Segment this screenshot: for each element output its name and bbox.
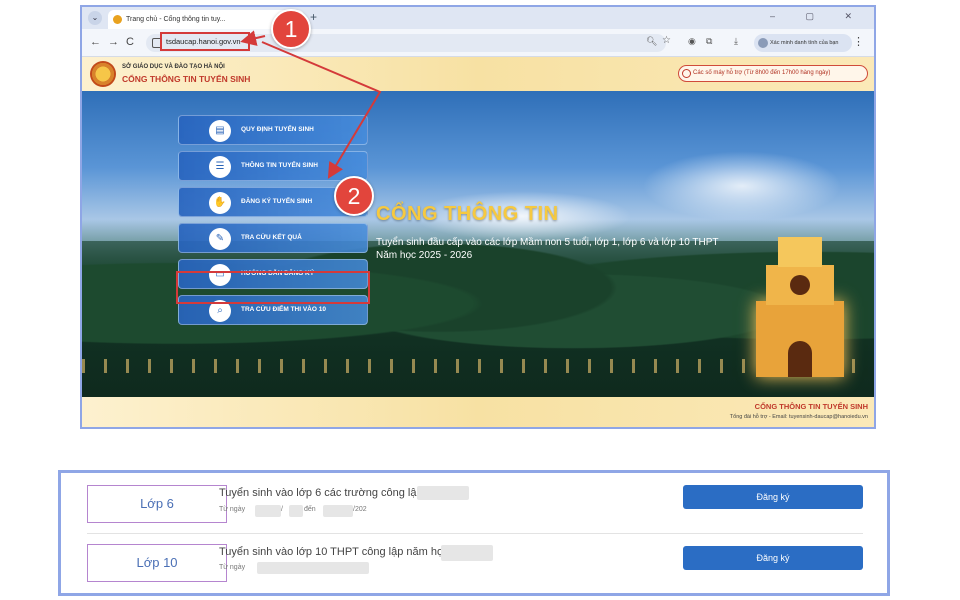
- tab-search-button[interactable]: ⌄: [88, 11, 102, 25]
- hero-subtitle: Tuyển sinh đầu cấp vào các lớp Mầm non 5…: [376, 237, 719, 248]
- registration-row-grade10: Lớp 10 Tuyển sinh vào lớp 10 THPT công l…: [61, 534, 887, 594]
- browser-window: ⌄ Trang chủ - Cổng thông tin tuy... × + …: [80, 5, 876, 429]
- menu-label: ĐĂNG KÝ TUYỂN SINH: [241, 198, 313, 205]
- grade-label: Lớp 10: [87, 544, 227, 582]
- menu-label: TRA CỨU KẾT QUẢ: [241, 234, 302, 241]
- menu-quy-dinh-tuyen-sinh[interactable]: ▤ QUY ĐỊNH TUYỂN SINH: [178, 115, 368, 145]
- site-favicon-icon: [113, 15, 122, 24]
- forward-button[interactable]: →: [108, 36, 119, 48]
- clipboard-icon: ▤: [209, 120, 231, 142]
- menu-tra-cuu-ket-qua[interactable]: ✎ TRA CỨU KẾT QUẢ: [178, 223, 368, 253]
- redacted-text: [417, 486, 469, 500]
- account-chip-label: Xác minh danh tính của bạn: [770, 40, 839, 46]
- redacted-text: [257, 562, 369, 574]
- camera-icon[interactable]: ◉: [688, 36, 696, 47]
- row-date-to: đến: [304, 506, 316, 513]
- bookmark-star-icon[interactable]: ☆: [662, 35, 671, 46]
- hero-title: CỔNG THÔNG TIN: [376, 203, 559, 225]
- row-date-prefix: Từ ngày: [219, 564, 246, 571]
- menu-highlight-box: [176, 271, 370, 304]
- portal-name[interactable]: CỔNG THÔNG TIN TUYỂN SINH: [122, 74, 250, 84]
- new-tab-button[interactable]: +: [310, 10, 317, 24]
- site-header: SỞ GIÁO DỤC VÀ ĐÀO TẠO HÀ NỘI CỔNG THÔNG…: [82, 57, 874, 91]
- register-button-grade6[interactable]: Đăng ký: [683, 485, 863, 509]
- step-badge-1: 1: [271, 9, 311, 49]
- account-chip[interactable]: Xác minh danh tính của bạn: [754, 34, 852, 52]
- registration-panel: Lớp 6 Tuyển sinh vào lớp 6 các trường cô…: [58, 470, 890, 596]
- redacted-text: [255, 505, 281, 517]
- hand-register-icon: ✋: [209, 192, 231, 214]
- redacted-text: [441, 545, 493, 561]
- tab-strip: ⌄ Trang chủ - Cổng thông tin tuy... × + …: [82, 7, 874, 29]
- result-icon: ✎: [209, 228, 231, 250]
- hero-banner: ▤ QUY ĐỊNH TUYỂN SINH ☰ THÔNG TIN TUYỂN …: [82, 91, 874, 397]
- url-highlight-box: [160, 32, 250, 51]
- footer-contact: Tổng đài hỗ trợ - Email: tuyensinh-dauca…: [729, 414, 868, 420]
- department-name: SỞ GIÁO DỤC VÀ ĐÀO TẠO HÀ NỘI: [122, 64, 225, 70]
- avatar: [758, 38, 768, 48]
- window-controls[interactable]: – ▢ ✕: [770, 11, 866, 22]
- grade-label: Lớp 6: [87, 485, 227, 523]
- hero-cloud: [642, 151, 842, 221]
- tab-title: Trang chủ - Cổng thông tin tuy...: [126, 16, 226, 23]
- menu-label: TRA CỨU ĐIỂM THI VÀO 10: [241, 306, 326, 313]
- hotline-label: Các số máy hỗ trợ (Từ 8h00 đến 17h00 hàn…: [693, 70, 831, 76]
- hotline-button[interactable]: Các số máy hỗ trợ (Từ 8h00 đến 17h00 hàn…: [678, 65, 868, 82]
- menu-label: QUY ĐỊNH TUYỂN SINH: [241, 126, 314, 133]
- department-logo-icon[interactable]: [90, 61, 116, 87]
- menu-label: THÔNG TIN TUYỂN SINH: [241, 162, 318, 169]
- row-date-sep: /: [281, 506, 283, 513]
- register-button-grade10[interactable]: Đăng ký: [683, 546, 863, 570]
- download-icon[interactable]: ⤓: [734, 36, 738, 47]
- zoom-icon[interactable]: 🔍︎: [646, 36, 657, 47]
- footer-portal-name: CỔNG THÔNG TIN TUYỂN SINH: [754, 402, 868, 411]
- step-badge-2: 2: [334, 176, 374, 216]
- row-title: Tuyển sinh vào lớp 6 các trường công lập: [219, 487, 423, 499]
- document-icon: ☰: [209, 156, 231, 178]
- registration-row-grade6: Lớp 6 Tuyển sinh vào lớp 6 các trường cô…: [61, 473, 887, 533]
- row-date-end: /202: [353, 506, 367, 513]
- back-button[interactable]: ←: [90, 36, 101, 48]
- hero-school-year: Năm học 2025 - 2026: [376, 250, 473, 261]
- menu-thong-tin-tuyen-sinh[interactable]: ☰ THÔNG TIN TUYỂN SINH: [178, 151, 368, 181]
- row-title: Tuyển sinh vào lớp 10 THPT công lập năm …: [219, 546, 449, 558]
- redacted-text: [323, 505, 353, 517]
- turtle-tower-image: [750, 231, 850, 377]
- reload-button[interactable]: C: [126, 36, 134, 48]
- row-date-prefix: Từ ngày: [219, 506, 246, 513]
- site-footer: CỔNG THÔNG TIN TUYỂN SINH Tổng đài hỗ tr…: [82, 397, 874, 427]
- extensions-icon[interactable]: ⧉: [706, 36, 712, 47]
- redacted-text: [289, 505, 303, 517]
- browser-menu-icon[interactable]: ⋮: [853, 35, 864, 48]
- phone-icon: [682, 69, 691, 78]
